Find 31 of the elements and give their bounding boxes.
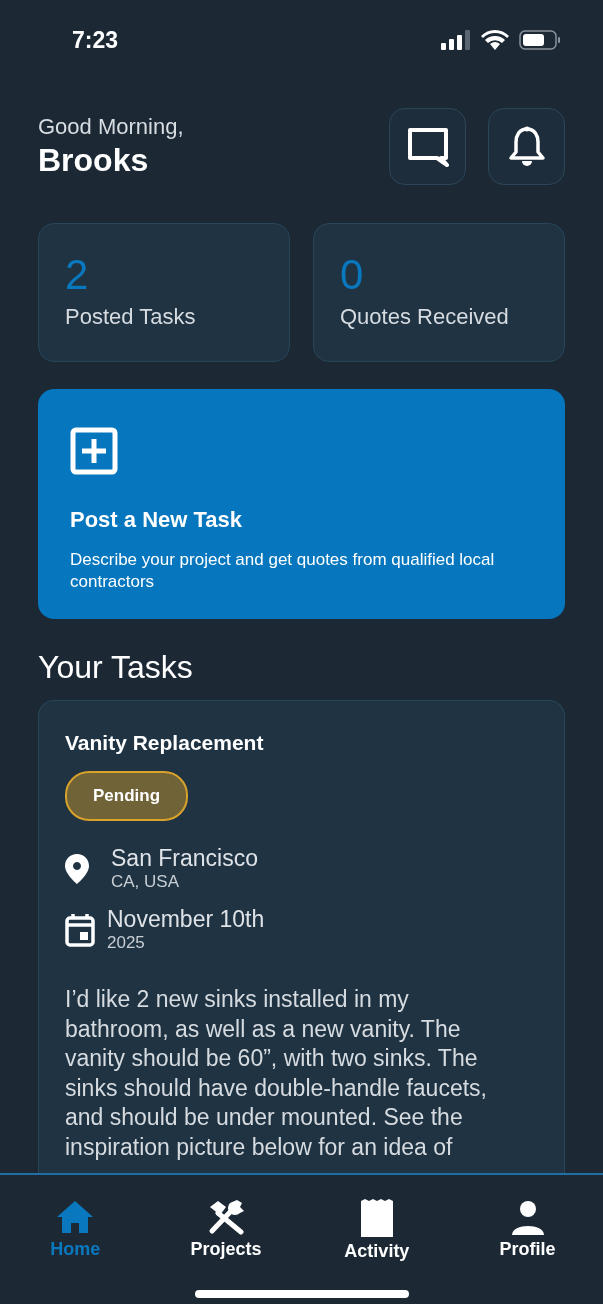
location-pin-icon xyxy=(65,853,89,884)
chat-bubble-icon xyxy=(406,126,449,167)
stat-value: 2 xyxy=(65,254,89,296)
receipt-icon xyxy=(359,1199,394,1237)
tab-item[interactable]: Activity xyxy=(344,1199,410,1262)
task-title: Vanity Replacement xyxy=(65,731,264,755)
task-description: I’d like 2 new sinks installed in my bathroom, as well as a new vanity. The vanity should be 60”, with two sinks. The sinks should have double-handle faucets, and should be under mounted. See the inspiration picture below for an idea of xyxy=(65,985,488,1162)
post-task-card[interactable]: Post a New Task Describe your project and get quotes from qualified local contractors xyxy=(38,389,565,619)
section-title: Your Tasks xyxy=(38,649,193,686)
status-time: 7:23 xyxy=(72,26,119,54)
stat-value: 0 xyxy=(340,254,364,296)
tab-item[interactable]: Profile xyxy=(499,1199,556,1262)
messages-button[interactable] xyxy=(389,108,466,185)
greeting-text: Good Morning, xyxy=(38,114,184,140)
location-city: San Francisco xyxy=(111,845,258,872)
stat-label: Posted Tasks xyxy=(65,304,196,330)
status-badge: Pending xyxy=(65,771,189,821)
tab-item[interactable]: Projects xyxy=(190,1199,262,1262)
stat-label: Quotes Received xyxy=(340,304,509,330)
location-region: CA, USA xyxy=(111,872,181,892)
user-name: Brooks xyxy=(38,142,150,179)
add-square-icon xyxy=(70,427,118,475)
bell-icon xyxy=(507,125,546,168)
task-date: November 10th xyxy=(107,906,265,933)
signal-icon xyxy=(441,30,471,50)
calendar-icon xyxy=(65,912,95,947)
notifications-button[interactable] xyxy=(488,108,565,185)
wifi-icon xyxy=(481,30,509,50)
battery-icon xyxy=(519,30,561,50)
task-year: 2025 xyxy=(107,933,146,953)
person-icon xyxy=(509,1199,546,1235)
